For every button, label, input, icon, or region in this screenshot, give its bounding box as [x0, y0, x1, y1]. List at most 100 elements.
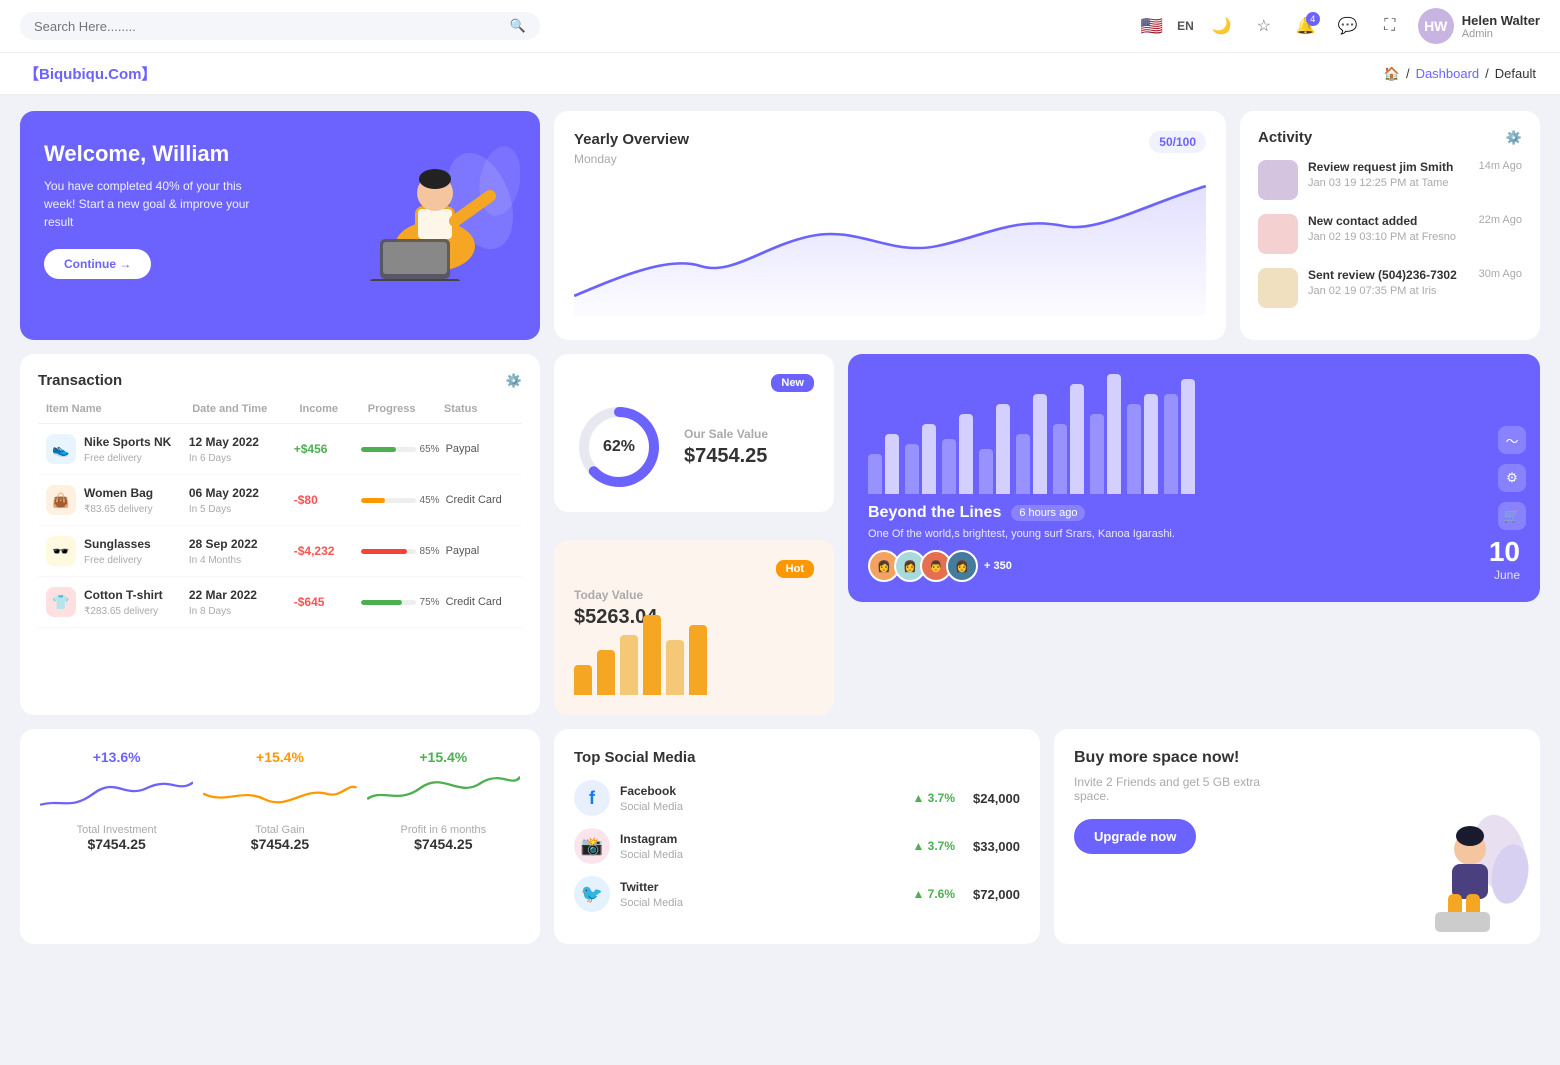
metric-label: Profit in 6 months — [401, 824, 487, 836]
col-status: Status — [444, 403, 514, 415]
yearly-chart — [574, 176, 1206, 319]
star-icon[interactable]: ☆ — [1250, 12, 1278, 40]
user-info: Helen Walter Admin — [1462, 13, 1540, 40]
item-delivery: ₹283.65 delivery — [84, 606, 158, 617]
progress-bar — [361, 549, 416, 554]
breadcrumb: 🏠 / Dashboard / Default — [1384, 66, 1536, 82]
table-row: 👟 Nike Sports NK Free delivery 12 May 20… — [38, 424, 522, 475]
bar-tall — [959, 414, 973, 494]
bar-group — [979, 404, 1010, 494]
social-growth: ▲ 3.7% — [912, 791, 955, 805]
activity-item: Sent review (504)236-7302 Jan 02 19 07:3… — [1258, 268, 1522, 308]
progress-bar — [361, 447, 416, 452]
search-bar[interactable]: 🔍 — [20, 12, 540, 40]
site-logo: 【Biqubiqu.Com】 — [24, 63, 156, 84]
settings-icon-beyond[interactable]: ⚙ — [1498, 464, 1526, 492]
bar-group — [1053, 384, 1084, 494]
cart-icon[interactable]: 🛒 — [1498, 502, 1526, 530]
date-text: 06 May 2022 — [189, 486, 288, 500]
activity-info: Sent review (504)236-7302 Jan 02 19 07:3… — [1308, 268, 1469, 297]
status-text: Paypal — [446, 545, 514, 557]
expand-icon[interactable]: ⛶ — [1376, 12, 1404, 40]
bar-tall — [885, 434, 899, 494]
dashboard-link[interactable]: Dashboard — [1416, 66, 1480, 81]
bar-group — [1090, 374, 1121, 494]
status-text: Paypal — [446, 443, 514, 455]
activity-settings-icon[interactable]: ⚙️ — [1506, 130, 1522, 146]
social-category: Social Media — [620, 801, 683, 813]
transaction-settings-icon[interactable]: ⚙️ — [506, 373, 522, 389]
activity-item-time: 14m Ago — [1479, 160, 1522, 172]
item-name-text: Cotton T-shirt — [84, 588, 163, 602]
dark-mode-toggle[interactable]: 🌙 — [1208, 12, 1236, 40]
home-icon[interactable]: 🏠 — [1384, 66, 1400, 82]
bar-mini — [643, 615, 661, 695]
continue-button[interactable]: Continue → — [44, 249, 151, 279]
score-badge: 50/100 — [1149, 131, 1206, 153]
activity-thumb — [1258, 214, 1298, 254]
transaction-list: 👟 Nike Sports NK Free delivery 12 May 20… — [38, 424, 522, 628]
item-icon: 👕 — [46, 587, 76, 617]
today-label: Today Value — [574, 588, 814, 602]
user-profile[interactable]: HW Helen Walter Admin — [1418, 8, 1540, 44]
main-container: Welcome, William You have completed 40% … — [0, 95, 1560, 960]
bar-group — [942, 414, 973, 494]
upgrade-button[interactable]: Upgrade now — [1074, 819, 1196, 854]
bar-short — [1016, 434, 1030, 494]
activity-info: New contact added Jan 02 19 03:10 PM at … — [1308, 214, 1469, 243]
activity-item-title: New contact added — [1308, 214, 1469, 228]
income-value: +$456 — [294, 442, 355, 456]
social-list: f Facebook Social Media ▲ 3.7% $24,000 📸… — [574, 780, 1020, 912]
item-icon: 👟 — [46, 434, 76, 464]
item-delivery: Free delivery — [84, 555, 142, 566]
bar-mini — [620, 635, 638, 695]
col-date: Date and Time — [192, 403, 293, 415]
social-item: f Facebook Social Media ▲ 3.7% $24,000 — [574, 780, 1020, 816]
beyond-bar-chart — [868, 374, 1520, 494]
activity-item-title: Review request jim Smith — [1308, 160, 1469, 174]
metric-percentage: +15.4% — [419, 749, 467, 765]
hot-badge: Hot — [776, 560, 814, 578]
social-amount: $33,000 — [965, 839, 1020, 854]
metric-label: Total Gain — [255, 824, 305, 836]
status-text: Credit Card — [446, 596, 514, 608]
beyond-date-num: 10 — [1489, 536, 1520, 568]
days-text: In 5 Days — [189, 504, 231, 515]
item-icon: 👜 — [46, 485, 76, 515]
activity-header: Activity ⚙️ — [1258, 129, 1522, 146]
sale-cards-column: New 62% Our Sale Value $7454.25 — [554, 354, 834, 715]
chat-icon[interactable]: 💬 — [1334, 12, 1362, 40]
date-col: 22 Mar 2022 In 8 Days — [189, 588, 288, 617]
user-name: Helen Walter — [1462, 13, 1540, 28]
social-platform-name: Facebook — [620, 784, 902, 798]
beyond-date-month: June — [1489, 568, 1520, 582]
item-name: 👟 Nike Sports NK Free delivery — [46, 434, 183, 464]
activity-item-time: 22m Ago — [1479, 214, 1522, 226]
flag-icon: 🇺🇸 — [1141, 16, 1163, 37]
bar-tall — [1181, 379, 1195, 494]
income-value: -$80 — [294, 493, 355, 507]
bar-tall — [1033, 394, 1047, 494]
item-name: 🕶️ Sunglasses Free delivery — [46, 536, 183, 566]
sparkline-chart — [367, 771, 520, 816]
search-input[interactable] — [34, 19, 502, 34]
sale-amount: $7454.25 — [684, 445, 768, 468]
bar-group — [868, 434, 899, 494]
upgrade-title: Buy more space now! — [1074, 749, 1520, 767]
upgrade-card: Buy more space now! Invite 2 Friends and… — [1054, 729, 1540, 944]
metric-item: +13.6% Total Investment $7454.25 — [40, 749, 193, 924]
wave-icon[interactable]: 〜 — [1498, 426, 1526, 454]
bar-short — [1127, 404, 1141, 494]
sale-value-card: New 62% Our Sale Value $7454.25 — [554, 354, 834, 512]
social-item: 🐦 Twitter Social Media ▲ 7.6% $72,000 — [574, 876, 1020, 912]
activity-list: Review request jim Smith Jan 03 19 12:25… — [1258, 160, 1522, 308]
social-category: Social Media — [620, 849, 683, 861]
progress-pct: 45% — [420, 495, 440, 506]
bar-short — [942, 439, 956, 494]
language-label[interactable]: EN — [1177, 19, 1194, 33]
progress-fill — [361, 549, 408, 554]
sparkline-chart — [40, 771, 193, 816]
activity-item: Review request jim Smith Jan 03 19 12:25… — [1258, 160, 1522, 200]
income-value: -$645 — [294, 595, 355, 609]
notification-bell[interactable]: 🔔 4 — [1292, 12, 1320, 40]
